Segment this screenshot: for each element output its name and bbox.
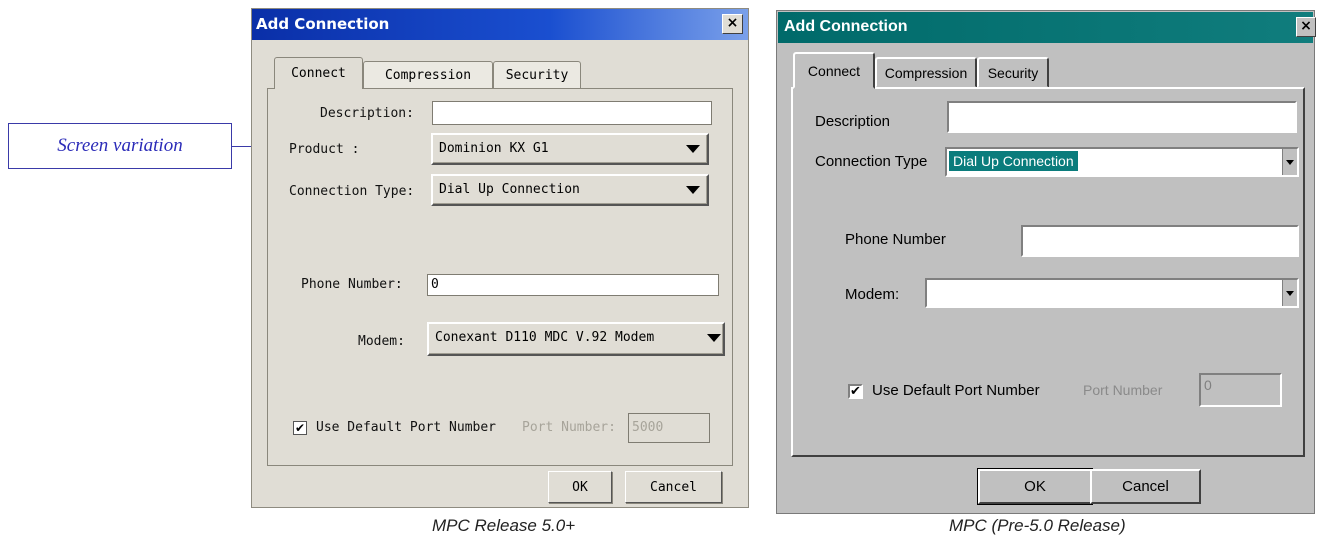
port-number-label: Port Number <box>1083 382 1163 398</box>
chevron-down-icon[interactable] <box>707 334 721 342</box>
chevron-down-icon[interactable] <box>686 186 700 194</box>
use-default-port-label: Use Default Port Number <box>316 420 497 435</box>
use-default-port-label: Use Default Port Number <box>872 382 1040 399</box>
description-label: Description: <box>320 106 414 121</box>
tab-security[interactable]: Security <box>493 61 581 88</box>
close-icon[interactable]: × <box>1296 17 1316 37</box>
ok-button[interactable]: OK <box>548 471 612 503</box>
add-connection-dialog-new: Add Connection × Connect Compression Sec… <box>251 8 749 508</box>
tab-connect[interactable]: Connect <box>274 57 363 89</box>
dialog-title-bar[interactable]: Add Connection × <box>252 9 748 40</box>
port-number-label: Port Number: <box>522 420 616 435</box>
modem-label: Modem: <box>358 334 405 349</box>
phone-number-label: Phone Number: <box>301 277 403 292</box>
chevron-down-icon[interactable] <box>1282 280 1297 306</box>
description-input[interactable] <box>432 101 712 125</box>
dialog-title: Add Connection <box>256 15 390 33</box>
phone-number-label: Phone Number <box>845 231 946 248</box>
phone-number-input[interactable] <box>1021 225 1299 257</box>
connection-type-select-value: Dial Up Connection <box>949 151 1078 171</box>
tab-compression[interactable]: Compression <box>875 57 977 88</box>
description-label: Description <box>815 113 891 130</box>
port-number-input[interactable]: 0 <box>1199 373 1282 407</box>
caption-old-release: MPC (Pre-5.0 Release) <box>949 516 1126 535</box>
modem-label: Modem: <box>845 286 900 303</box>
description-input[interactable] <box>947 101 1297 133</box>
use-default-port-checkbox[interactable]: ✔ <box>293 421 307 435</box>
tab-compression[interactable]: Compression <box>363 61 493 88</box>
modem-select-value: Conexant D110 MDC V.92 Modem <box>435 330 655 345</box>
chevron-down-icon[interactable] <box>686 145 700 153</box>
tab-connect[interactable]: Connect <box>793 52 875 89</box>
dialog-title-bar[interactable]: Add Connection × <box>778 12 1316 43</box>
phone-number-input[interactable]: 0 <box>427 274 719 296</box>
caption-new-release: MPC Release 5.0+ <box>432 516 576 535</box>
connection-type-select-value: Dial Up Connection <box>439 182 580 197</box>
ok-button[interactable]: OK <box>977 468 1093 505</box>
product-select-value: Dominion KX G1 <box>439 141 549 156</box>
modem-select[interactable] <box>925 278 1299 308</box>
close-icon[interactable]: × <box>722 14 743 34</box>
connection-type-label: Connection Type: <box>289 184 415 199</box>
product-label: Product : <box>289 142 360 157</box>
callout-text: Screen variation <box>57 135 183 156</box>
connection-type-select[interactable]: Dial Up Connection <box>431 174 709 206</box>
chevron-down-icon[interactable] <box>1282 149 1297 175</box>
tab-security[interactable]: Security <box>977 57 1049 88</box>
connection-type-select[interactable]: Dial Up Connection <box>945 147 1299 177</box>
dialog-title: Add Connection <box>784 18 908 35</box>
product-select[interactable]: Dominion KX G1 <box>431 133 709 165</box>
modem-select[interactable]: Conexant D110 MDC V.92 Modem <box>427 322 725 356</box>
screen-variation-callout: Screen variation <box>8 123 232 169</box>
use-default-port-checkbox[interactable]: ✔ <box>848 384 863 399</box>
cancel-button[interactable]: Cancel <box>625 471 722 503</box>
port-number-input[interactable]: 5000 <box>628 413 710 443</box>
cancel-button[interactable]: Cancel <box>1090 469 1201 504</box>
connection-type-label: Connection Type <box>815 153 928 170</box>
add-connection-dialog-old: Add Connection × Connect Compression Sec… <box>776 10 1316 514</box>
